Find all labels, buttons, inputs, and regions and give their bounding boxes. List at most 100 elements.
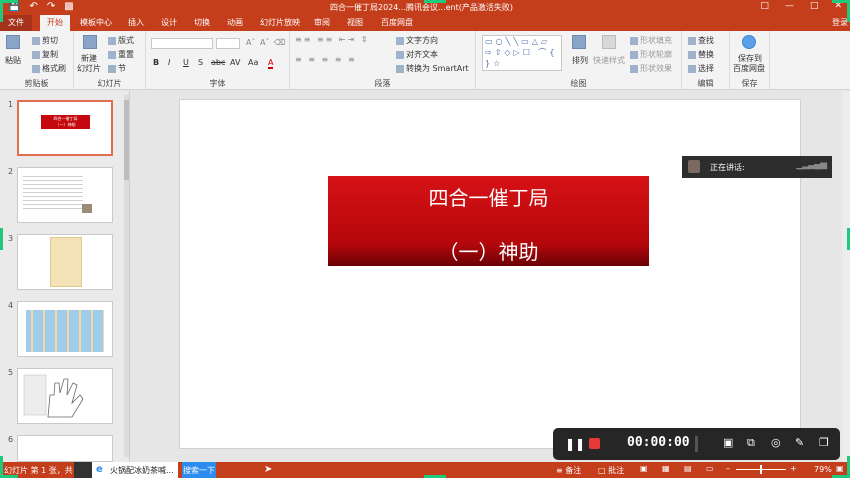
mouse-cursor-icon: ➤ <box>264 464 273 475</box>
ribbon-options-icon[interactable]: □ <box>760 1 769 11</box>
tab-baidu-netdisk[interactable]: 百度网盘 <box>381 17 413 28</box>
comments-button[interactable]: □ 批注 <box>598 465 624 476</box>
tab-file[interactable]: 文件 <box>0 15 32 31</box>
slide-canvas[interactable] <box>179 99 801 449</box>
italic-button[interactable]: I <box>168 58 170 67</box>
thumbnail-text-lines <box>23 173 83 211</box>
search-button[interactable]: 搜索一下 <box>182 462 216 478</box>
pen-icon[interactable]: ✎ <box>795 436 804 449</box>
minimize-icon[interactable]: — <box>785 1 794 11</box>
reset-button[interactable]: 重置 <box>108 49 134 60</box>
clipboard-group-label: 剪贴板 <box>24 79 49 88</box>
tab-animations[interactable]: 动画 <box>227 17 243 28</box>
zoom-level[interactable]: 79% <box>814 465 832 474</box>
select-icon <box>688 64 696 73</box>
slide-title-box[interactable]: 四合一催丁局 （一）神助 <box>328 176 649 266</box>
notes-button[interactable]: ≡ 备注 <box>556 465 581 476</box>
window-icon[interactable]: ❐ <box>819 436 829 449</box>
format-painter-label: 格式刷 <box>42 64 66 73</box>
paint-bucket-icon <box>630 36 638 45</box>
new-slide-button[interactable] <box>83 35 97 51</box>
zoom-in-icon[interactable]: + <box>790 464 797 473</box>
reading-view-icon[interactable]: ▤ <box>684 464 692 473</box>
tab-home[interactable]: 开始 <box>40 15 70 31</box>
save-to-baidu-button[interactable] <box>742 35 756 51</box>
layout-icon <box>108 36 116 45</box>
tab-design[interactable]: 设计 <box>161 17 177 28</box>
list-buttons[interactable]: ≡≡ ≡≡ ⇤⇥ ⇕ <box>295 35 370 44</box>
font-name-combo[interactable] <box>151 38 213 49</box>
font-size-combo[interactable] <box>216 38 240 49</box>
layout-button[interactable]: 版式 <box>108 35 134 46</box>
grow-font-icon[interactable]: Aˆ <box>246 38 255 47</box>
slide-thumbnail-pane[interactable]: 1 四合一催丁局 （一）神助 2 3 4 5 6 <box>0 91 130 462</box>
thumbnail-slide-2[interactable] <box>17 167 113 223</box>
start-slideshow-icon[interactable]: ▩ <box>64 1 73 12</box>
find-button[interactable]: 查找 <box>688 35 714 46</box>
shape-fill-button[interactable]: 形状填充 <box>630 35 672 46</box>
arrange-button[interactable] <box>572 35 586 51</box>
tab-review[interactable]: 审阅 <box>314 17 330 28</box>
cut-button[interactable]: 剪切 <box>32 35 58 46</box>
shapes-gallery[interactable]: ▭○╲╲▭△▱ ⇨⇧◇▷☐ ⌒{ }☆ <box>482 35 562 71</box>
fit-slide-icon[interactable]: ▣ <box>836 464 844 473</box>
ribbon-tabs: 文件 开始 模板中心 插入 设计 切换 动画 幻灯片放映 审阅 视图 百度网盘 … <box>0 15 850 31</box>
tab-transitions[interactable]: 切换 <box>194 17 210 28</box>
thumbnail-slide-1[interactable]: 四合一催丁局 （一）神助 <box>17 100 113 156</box>
login-link[interactable]: 登录 <box>832 17 848 28</box>
align-buttons[interactable]: ≡ ≡ ≡ ≡ ≡ <box>295 55 357 64</box>
undo-icon[interactable]: ↶ <box>29 1 37 12</box>
tab-template-center[interactable]: 模板中心 <box>80 17 112 28</box>
shrink-font-icon[interactable]: Aˇ <box>260 38 269 47</box>
slide-sorter-icon[interactable]: ▦ <box>662 464 670 473</box>
select-button[interactable]: 选择 <box>688 63 714 74</box>
shape-fill-label: 形状填充 <box>640 36 672 45</box>
tab-slideshow[interactable]: 幻灯片放映 <box>260 17 300 28</box>
maximize-icon[interactable]: □ <box>810 1 819 11</box>
font-color-button[interactable]: A <box>268 58 274 69</box>
clear-format-icon[interactable]: ⌫ <box>274 38 285 47</box>
strikethrough-button[interactable]: abc <box>211 58 225 67</box>
shape-effects-button[interactable]: 形状效果 <box>630 63 672 74</box>
taskbar-browser-tab[interactable]: e 火锅配冰奶茶喊... <box>92 462 178 478</box>
thumbnail-slide-4[interactable] <box>17 301 113 357</box>
pause-icon[interactable]: ❚❚ <box>565 437 585 451</box>
fullscreen-icon[interactable]: ⧉ <box>747 436 755 450</box>
copy-button[interactable]: 复制 <box>32 49 58 60</box>
format-painter-button[interactable]: 格式刷 <box>32 63 66 74</box>
redo-icon[interactable]: ↷ <box>47 1 55 12</box>
drawing-group-label: 绘图 <box>570 79 587 88</box>
zoom-out-icon[interactable]: – <box>726 464 730 473</box>
thumbnail-number: 5 <box>8 368 14 377</box>
thumbnail-slide-5[interactable] <box>17 368 113 424</box>
bold-button[interactable]: B <box>153 58 159 67</box>
thumbnail-scroll-thumb[interactable] <box>124 100 129 180</box>
share-frame-edge <box>424 0 446 3</box>
align-text-button[interactable]: 对齐文本 <box>396 49 438 60</box>
align-text-icon <box>396 50 404 59</box>
shadow-button[interactable]: S <box>198 58 203 67</box>
fit-screen-icon[interactable]: ▣ <box>723 436 733 449</box>
stop-icon[interactable] <box>589 438 600 449</box>
normal-view-icon[interactable]: ▣ <box>640 464 648 473</box>
quick-styles-label: 快速样式 <box>593 56 625 65</box>
text-direction-button[interactable]: 文字方向 <box>396 35 438 46</box>
thumbnail-slide-6[interactable] <box>17 435 113 462</box>
section-button[interactable]: 节 <box>108 63 126 74</box>
zoom-slider-thumb[interactable] <box>760 465 762 474</box>
camera-icon[interactable]: ◎ <box>771 436 781 449</box>
tab-insert[interactable]: 插入 <box>128 17 144 28</box>
tab-view[interactable]: 视图 <box>347 17 363 28</box>
thumbnail-number: 4 <box>8 301 14 310</box>
thumbnail-slide-3[interactable] <box>17 234 113 290</box>
quick-styles-button[interactable] <box>602 35 616 51</box>
change-case-button[interactable]: Aa <box>248 58 258 67</box>
paste-button[interactable] <box>6 35 20 51</box>
replace-button[interactable]: 替换 <box>688 49 714 60</box>
underline-button[interactable]: U <box>183 58 189 67</box>
smartart-button[interactable]: 转换为 SmartArt <box>396 63 469 74</box>
slideshow-view-icon[interactable]: ▭ <box>706 464 714 473</box>
shape-outline-button[interactable]: 形状轮廓 <box>630 49 672 60</box>
char-spacing-button[interactable]: AV <box>230 58 240 67</box>
slide-scrollbar[interactable] <box>842 91 850 462</box>
